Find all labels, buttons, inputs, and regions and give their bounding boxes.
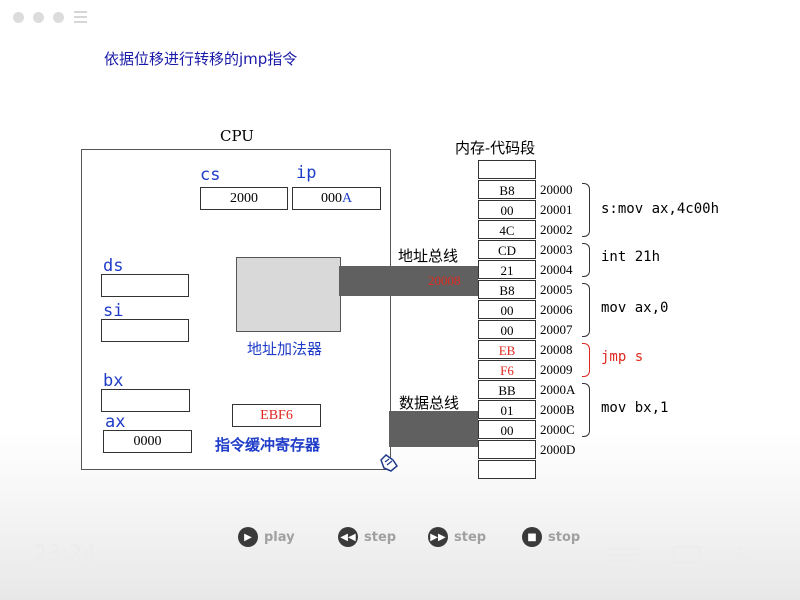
memory-address: 2000C: [540, 422, 575, 437]
memory-cell: 00: [478, 420, 536, 439]
window-zoom-button[interactable]: [53, 12, 64, 23]
step-forward-label: step: [454, 529, 487, 545]
elapsed-time: 23:24: [33, 542, 97, 567]
memory-cell: [478, 440, 536, 459]
memory-cell: B8: [478, 280, 536, 299]
instruction-brace: [582, 183, 590, 237]
memory-cell: B8: [478, 180, 536, 199]
ax-register: 0000: [103, 430, 192, 453]
instruction-brace: [582, 343, 590, 377]
memory-address: 20007: [540, 322, 573, 337]
memory-cell: 00: [478, 300, 536, 319]
instruction-note: mov ax,0: [601, 300, 669, 316]
memory-address: 2000A: [540, 382, 576, 397]
instruction-note: s:mov ax,4c00h: [601, 201, 720, 217]
memory-address: 20009: [540, 362, 573, 377]
ds-label: ds: [103, 256, 124, 276]
cs-register: 2000: [200, 187, 288, 210]
memory-address: 20006: [540, 302, 573, 317]
cpu-label: CPU: [220, 127, 254, 145]
memory-address: 2000D: [540, 442, 576, 457]
si-label: si: [103, 301, 124, 321]
memory-address: 20005: [540, 282, 573, 297]
ip-label: ip: [296, 163, 317, 183]
memory-cell: 00: [478, 200, 536, 219]
rewind-icon: ◀◀: [338, 527, 358, 547]
memory-address: 2000B: [540, 402, 575, 417]
memory-cell: BB: [478, 380, 536, 399]
si-register: [101, 319, 189, 342]
memory-cell: CD: [478, 240, 536, 259]
stop-button[interactable]: ■ stop: [522, 527, 580, 547]
data-bus-label: 数据总线: [399, 394, 460, 412]
window-minimize-button[interactable]: [33, 12, 44, 23]
menu-icon[interactable]: [74, 11, 87, 23]
memory-cell-highlight: F6: [478, 360, 536, 379]
fullscreen-icon[interactable]: ⛶: [738, 544, 762, 566]
stop-label: stop: [548, 529, 581, 545]
address-bus-value: 20008: [428, 273, 461, 288]
memory-cell-highlight: EB: [478, 340, 536, 359]
ds-register: [101, 274, 189, 297]
memory-cell: [478, 460, 536, 479]
slide-title: 依据位移进行转移的jmp指令: [104, 50, 298, 68]
memory-cell: 4C: [478, 220, 536, 239]
window-close-button[interactable]: [13, 12, 24, 23]
step-back-button[interactable]: ◀◀ step: [338, 527, 396, 547]
memory-address: 20008: [540, 342, 573, 357]
play-button[interactable]: ▶ play: [238, 527, 295, 547]
cs-label: cs: [200, 165, 221, 185]
screen-icon[interactable]: [673, 546, 701, 564]
memory-address: 20002: [540, 222, 573, 237]
bx-label: bx: [103, 371, 124, 391]
instruction-brace: [582, 243, 590, 277]
memory-cell: 21: [478, 260, 536, 279]
play-label: play: [264, 529, 295, 545]
address-adder: [236, 257, 341, 332]
memory-address: 20000: [540, 182, 573, 197]
instruction-brace: [582, 383, 590, 437]
list-icon[interactable]: [608, 546, 638, 562]
memory-address: 20004: [540, 262, 573, 277]
instruction-buffer: EBF6: [232, 404, 321, 427]
instruction-brace: [582, 283, 590, 337]
hand-cursor-icon: [377, 450, 401, 474]
address-bus-label: 地址总线: [398, 247, 459, 265]
memory-title: 内存-代码段: [455, 139, 536, 157]
instruction-note-highlight: jmp s: [601, 349, 644, 365]
ip-register: 000A: [292, 187, 381, 210]
memory-cell: [478, 160, 536, 179]
address-adder-label: 地址加法器: [247, 340, 323, 358]
instruction-buffer-label: 指令缓冲寄存器: [215, 436, 321, 454]
ax-label: ax: [105, 412, 126, 432]
instruction-note: int 21h: [601, 249, 661, 265]
play-icon: ▶: [238, 527, 258, 547]
memory-cell: 00: [478, 320, 536, 339]
fast-forward-icon: ▶▶: [428, 527, 448, 547]
instruction-note: mov bx,1: [601, 400, 669, 416]
step-back-label: step: [364, 529, 397, 545]
bx-register: [101, 389, 190, 412]
memory-cell: 01: [478, 400, 536, 419]
memory-address: 20003: [540, 242, 573, 257]
step-forward-button[interactable]: ▶▶ step: [428, 527, 486, 547]
memory-address: 20001: [540, 202, 573, 217]
stop-icon: ■: [522, 527, 542, 547]
data-bus: [389, 411, 478, 447]
